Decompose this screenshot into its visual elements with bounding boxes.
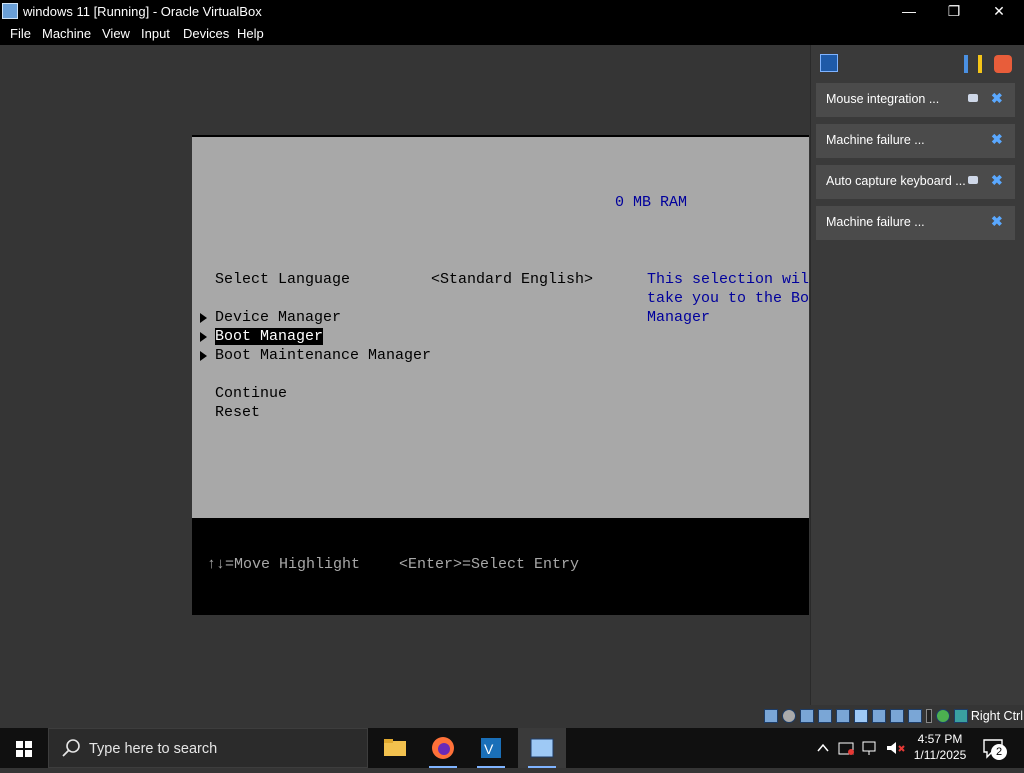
usb-icon[interactable]	[836, 709, 850, 723]
taskbar-file-explorer[interactable]	[371, 728, 419, 768]
menu-boot-manager[interactable]: Boot Manager	[215, 328, 324, 345]
virtualbox-manager-icon: V	[481, 738, 501, 758]
menu-boot-maintenance-manager[interactable]: Boot Maintenance Manager	[215, 347, 431, 364]
host-key-label: Right Ctrl	[970, 709, 1023, 723]
network-tray-icon[interactable]	[862, 740, 880, 756]
ram-info: 0 MB RAM	[615, 194, 688, 211]
submenu-arrow-icon	[200, 332, 207, 342]
notification-text: Machine failure ...	[826, 215, 925, 229]
menu-device-manager[interactable]: Device Manager	[215, 309, 341, 326]
pin-icon[interactable]	[968, 176, 978, 184]
chevron-up-icon[interactable]	[816, 741, 830, 755]
notification-text: Mouse integration ...	[826, 92, 940, 106]
virtualbox-icon	[2, 3, 18, 19]
display-icon[interactable]	[872, 709, 886, 723]
recording-icon[interactable]	[890, 709, 904, 723]
menu-bar: File Machine View Input Devices Help	[0, 23, 1024, 45]
volume-muted-icon[interactable]	[885, 740, 905, 756]
continue-option[interactable]: Continue	[215, 385, 287, 402]
taskbar-firefox[interactable]	[419, 728, 467, 768]
mouse-integration-icon[interactable]	[926, 709, 932, 723]
menu-machine[interactable]: Machine	[42, 26, 91, 41]
vm-window-icon	[530, 738, 554, 758]
clock[interactable]: 4:57 PM 1/11/2025	[906, 731, 974, 763]
submenu-arrow-icon	[200, 313, 207, 323]
menu-view[interactable]: View	[102, 26, 130, 41]
hard-disk-icon[interactable]	[764, 709, 778, 723]
notification-item[interactable]: Machine failure ... ✖	[816, 124, 1015, 158]
menu-help[interactable]: Help	[237, 26, 264, 41]
select-language-label: Select Language	[215, 271, 351, 288]
footer-select-entry: <Enter>=Select Entry	[399, 556, 580, 573]
search-placeholder: Type here to search	[89, 741, 218, 757]
start-button[interactable]	[0, 728, 48, 768]
taskbar-virtualbox-manager[interactable]: V	[467, 728, 515, 768]
taskbar: Type here to search V 4:57 PM 1/11/2025 …	[0, 728, 1024, 768]
footer-move-highlight: ↑↓=Move Highlight	[207, 556, 361, 573]
minimize-button[interactable]: —	[886, 0, 932, 23]
clock-time: 4:57 PM	[917, 732, 963, 746]
notification-item[interactable]: Mouse integration ... ✖	[816, 83, 1015, 117]
notification-item[interactable]: Auto capture keyboard ... ✖	[816, 165, 1015, 199]
sort-icon[interactable]	[964, 55, 982, 73]
network-icon[interactable]	[818, 709, 832, 723]
help-text-line-1: This selection will	[647, 271, 809, 288]
windows-logo-icon	[16, 741, 32, 757]
close-icon[interactable]: ✖	[991, 90, 1003, 107]
vpn-icon[interactable]	[838, 740, 856, 756]
search-icon	[62, 739, 80, 757]
dismiss-all-icon[interactable]	[994, 55, 1012, 73]
audio-icon[interactable]	[800, 709, 814, 723]
optical-drive-icon[interactable]	[782, 709, 796, 723]
restore-button[interactable]: ❐	[931, 0, 977, 23]
shared-folders-icon[interactable]	[854, 709, 868, 723]
reset-option[interactable]: Reset	[215, 404, 260, 421]
keyboard-capture-icon[interactable]	[936, 709, 950, 723]
toggle-notifications-icon[interactable]	[820, 54, 838, 72]
bios-screen[interactable]: 0 MB RAM Select Language <Standard Engli…	[192, 135, 809, 615]
notification-item[interactable]: Machine failure ... ✖	[816, 206, 1015, 240]
submenu-arrow-icon	[200, 351, 207, 361]
help-text-line-3: Manager	[647, 309, 711, 326]
close-icon[interactable]: ✖	[991, 213, 1003, 230]
menu-input[interactable]: Input	[141, 26, 170, 41]
notification-text: Machine failure ...	[826, 133, 925, 147]
help-text-line-2: take you to the Boot	[647, 290, 809, 307]
folder-icon	[384, 739, 406, 756]
clock-date: 1/11/2025	[913, 748, 967, 762]
vm-status-bar: Right Ctrl	[760, 706, 1024, 728]
window-titlebar: windows 11 [Running] - Oracle VirtualBox…	[0, 0, 1024, 23]
notification-center: Mouse integration ... ✖ Machine failure …	[810, 45, 1024, 705]
window-title: windows 11 [Running] - Oracle VirtualBox	[23, 4, 262, 19]
close-icon[interactable]: ✖	[991, 172, 1003, 189]
bios-footer: ↑↓=Move Highlight <Enter>=Select Entry	[192, 518, 809, 615]
notification-count-badge: 2	[991, 744, 1007, 760]
svg-text:V: V	[484, 741, 494, 757]
host-key-icon[interactable]	[954, 709, 968, 723]
pin-icon[interactable]	[968, 94, 978, 102]
firefox-icon	[432, 737, 454, 759]
menu-file[interactable]: File	[10, 26, 31, 41]
vt-x-icon[interactable]	[908, 709, 922, 723]
notification-text: Auto capture keyboard ...	[826, 174, 966, 188]
language-selector[interactable]: <Standard English>	[431, 271, 593, 288]
taskbar-vm-window[interactable]	[518, 728, 566, 768]
close-icon[interactable]: ✖	[991, 131, 1003, 148]
menu-devices[interactable]: Devices	[183, 26, 229, 41]
close-button[interactable]: ✕	[976, 0, 1022, 23]
taskbar-search-box[interactable]: Type here to search	[48, 728, 368, 768]
